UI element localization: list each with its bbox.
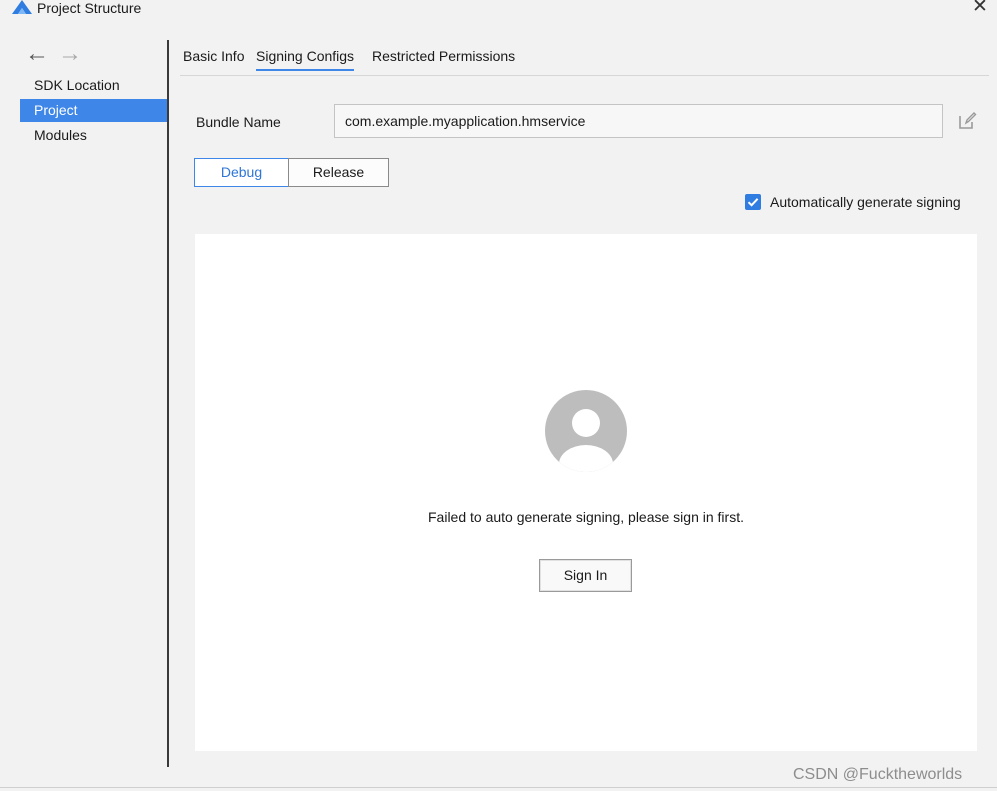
title-bar: Project Structure ✕ (0, 0, 997, 18)
sidebar-item-label: Project (34, 102, 78, 118)
arrow-right-icon[interactable]: → (58, 42, 82, 66)
auto-sign-checkbox[interactable] (745, 194, 761, 210)
build-type-label: Debug (220, 164, 263, 180)
tab-restricted-permissions[interactable]: Restricted Permissions (372, 43, 515, 69)
build-type-release[interactable]: Release (288, 158, 389, 187)
sign-in-button[interactable]: Sign In (539, 559, 632, 592)
checkmark-icon (747, 198, 759, 207)
sidebar-item-label: Modules (34, 127, 87, 143)
sidebar-item-label: SDK Location (34, 77, 120, 93)
close-button[interactable]: ✕ (972, 0, 988, 17)
signin-message: Failed to auto generate signing, please … (428, 509, 744, 525)
tab-basic-info[interactable]: Basic Info (183, 43, 244, 69)
sidebar-item-modules[interactable]: Modules (20, 124, 168, 147)
tab-signing-configs[interactable]: Signing Configs (256, 43, 355, 71)
edit-icon[interactable] (957, 111, 977, 131)
build-type-label: Release (312, 164, 365, 180)
auto-sign-label[interactable]: Automatically generate signing (770, 193, 961, 211)
bundle-name-label: Bundle Name (196, 114, 281, 130)
arrow-left-icon[interactable]: ← (25, 42, 49, 66)
window-title: Project Structure (37, 0, 142, 16)
bundle-name-field[interactable]: com.example.myapplication.hmservice (334, 104, 943, 138)
app-logo-icon (12, 0, 32, 14)
build-type-debug[interactable]: Debug (194, 158, 289, 187)
watermark: CSDN @Fucktheworlds (793, 766, 963, 783)
sidebar-item-sdk-location[interactable]: SDK Location (20, 74, 168, 97)
sidebar-divider (167, 40, 169, 767)
tabs-divider (180, 75, 989, 76)
sidebar-item-project[interactable]: Project (20, 99, 168, 122)
tab-label: Basic Info (183, 48, 245, 64)
bottom-border (0, 787, 997, 788)
signing-panel (195, 234, 977, 751)
user-avatar-icon (545, 390, 627, 472)
tab-label: Restricted Permissions (372, 48, 516, 64)
tab-label: Signing Configs (256, 48, 355, 64)
sign-in-label: Sign In (563, 567, 608, 583)
bundle-name-value: com.example.myapplication.hmservice (345, 113, 586, 129)
